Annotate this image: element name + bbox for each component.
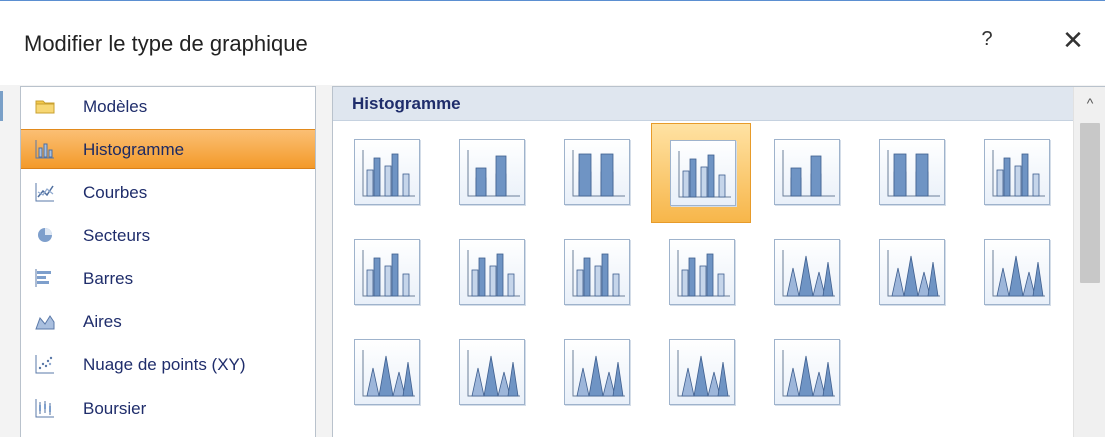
- sidebar-item-label: Secteurs: [83, 226, 151, 245]
- chart-subtype-tile[interactable]: [546, 223, 646, 323]
- 3d-100-stacked-column-icon: [879, 139, 945, 205]
- gallery-scrollbar[interactable]: ^: [1073, 87, 1105, 437]
- 3d-column-icon: [984, 139, 1050, 205]
- scroll-thumb[interactable]: [1080, 123, 1100, 283]
- chart-subtype-tile[interactable]: [336, 223, 436, 323]
- stacked-column-icon: [459, 139, 525, 205]
- chart-subtype-tile[interactable]: [966, 123, 1066, 223]
- chart-subtype-tile[interactable]: [651, 123, 751, 223]
- column-chart-icon: [35, 139, 55, 159]
- stock-chart-icon: [35, 398, 55, 418]
- chart-subtype-tile[interactable]: [861, 123, 961, 223]
- sidebar-item-label: Aires: [83, 312, 122, 331]
- dialog-title: Modifier le type de graphique: [24, 31, 308, 56]
- change-chart-type-dialog: Modifier le type de graphique ? ✕ Modèle…: [0, 0, 1105, 437]
- window-edge-accent: [0, 91, 3, 121]
- sidebar-item-nuage-de-points[interactable]: Nuage de points (XY): [21, 345, 315, 385]
- clustered-cone-icon: [774, 239, 840, 305]
- 3d-stacked-column-icon: [774, 139, 840, 205]
- chart-subtype-tile[interactable]: [546, 123, 646, 223]
- sidebar-item-histogramme[interactable]: Histogramme: [21, 129, 315, 169]
- sidebar-item-label: Modèles: [83, 97, 148, 116]
- 100-stacked-cylinder-icon: [564, 239, 630, 305]
- area-chart-icon: [35, 311, 55, 331]
- scroll-up-button[interactable]: ^: [1074, 87, 1105, 119]
- clustered-pyramid-icon: [459, 339, 525, 405]
- 3d-cylinder-icon: [669, 239, 735, 305]
- chart-subtype-tile[interactable]: [441, 323, 541, 423]
- 100-stacked-cone-icon: [984, 239, 1050, 305]
- sidebar-item-aires[interactable]: Aires: [21, 302, 315, 342]
- chart-subtype-tile[interactable]: [651, 323, 751, 423]
- clustered-cylinder-icon: [354, 239, 420, 305]
- folder-icon: [35, 96, 55, 116]
- 3d-clustered-column-icon: [670, 140, 736, 206]
- stacked-cylinder-icon: [459, 239, 525, 305]
- stacked-cone-icon: [879, 239, 945, 305]
- sidebar-item-label: Barres: [83, 269, 134, 288]
- chart-subtype-tile[interactable]: [441, 223, 541, 323]
- sidebar-item-label: Nuage de points (XY): [83, 355, 246, 374]
- chart-subtype-tile[interactable]: [861, 223, 961, 323]
- scatter-chart-icon: [35, 354, 55, 374]
- stacked-pyramid-icon: [564, 339, 630, 405]
- sidebar-item-label: Histogramme: [83, 140, 185, 159]
- 100-stacked-pyramid-icon: [669, 339, 735, 405]
- chart-subtype-tile[interactable]: [336, 323, 436, 423]
- chart-subtype-tile[interactable]: [441, 123, 541, 223]
- 3d-cone-icon: [354, 339, 420, 405]
- close-button[interactable]: ✕: [1058, 25, 1088, 57]
- sidebar-item-label: Courbes: [83, 183, 148, 202]
- dialog-titlebar: Modifier le type de graphique ? ✕: [0, 1, 1105, 85]
- chart-subtype-tile[interactable]: [966, 223, 1066, 323]
- chart-subtype-tile[interactable]: [756, 123, 856, 223]
- help-button[interactable]: ?: [977, 28, 997, 56]
- chart-type-category-list: Modèles Histogramme Courbes Secteurs Bar…: [20, 86, 316, 437]
- sidebar-item-secteurs[interactable]: Secteurs: [21, 216, 315, 256]
- gallery-section-header: Histogramme: [333, 87, 1073, 121]
- 100-stacked-column-icon: [564, 139, 630, 205]
- sidebar-item-boursier[interactable]: Boursier: [21, 389, 315, 429]
- chart-subtype-tile[interactable]: [546, 323, 646, 423]
- gallery-section-title: Histogramme: [352, 94, 461, 113]
- clustered-column-icon: [354, 139, 420, 205]
- sidebar-item-modeles[interactable]: Modèles: [21, 87, 315, 127]
- sidebar-item-courbes[interactable]: Courbes: [21, 173, 315, 213]
- chart-subtype-gallery: Histogramme ^: [332, 86, 1105, 437]
- 3d-pyramid-icon: [774, 339, 840, 405]
- sidebar-item-barres[interactable]: Barres: [21, 259, 315, 299]
- chart-subtype-tile[interactable]: [651, 223, 751, 323]
- chart-subtype-tile[interactable]: [756, 223, 856, 323]
- pie-chart-icon: [35, 225, 55, 245]
- bar-chart-icon: [35, 268, 55, 288]
- line-chart-icon: [35, 182, 55, 202]
- chart-subtype-tile[interactable]: [756, 323, 856, 423]
- sidebar-item-label: Boursier: [83, 399, 147, 418]
- chart-subtype-tile[interactable]: [336, 123, 436, 223]
